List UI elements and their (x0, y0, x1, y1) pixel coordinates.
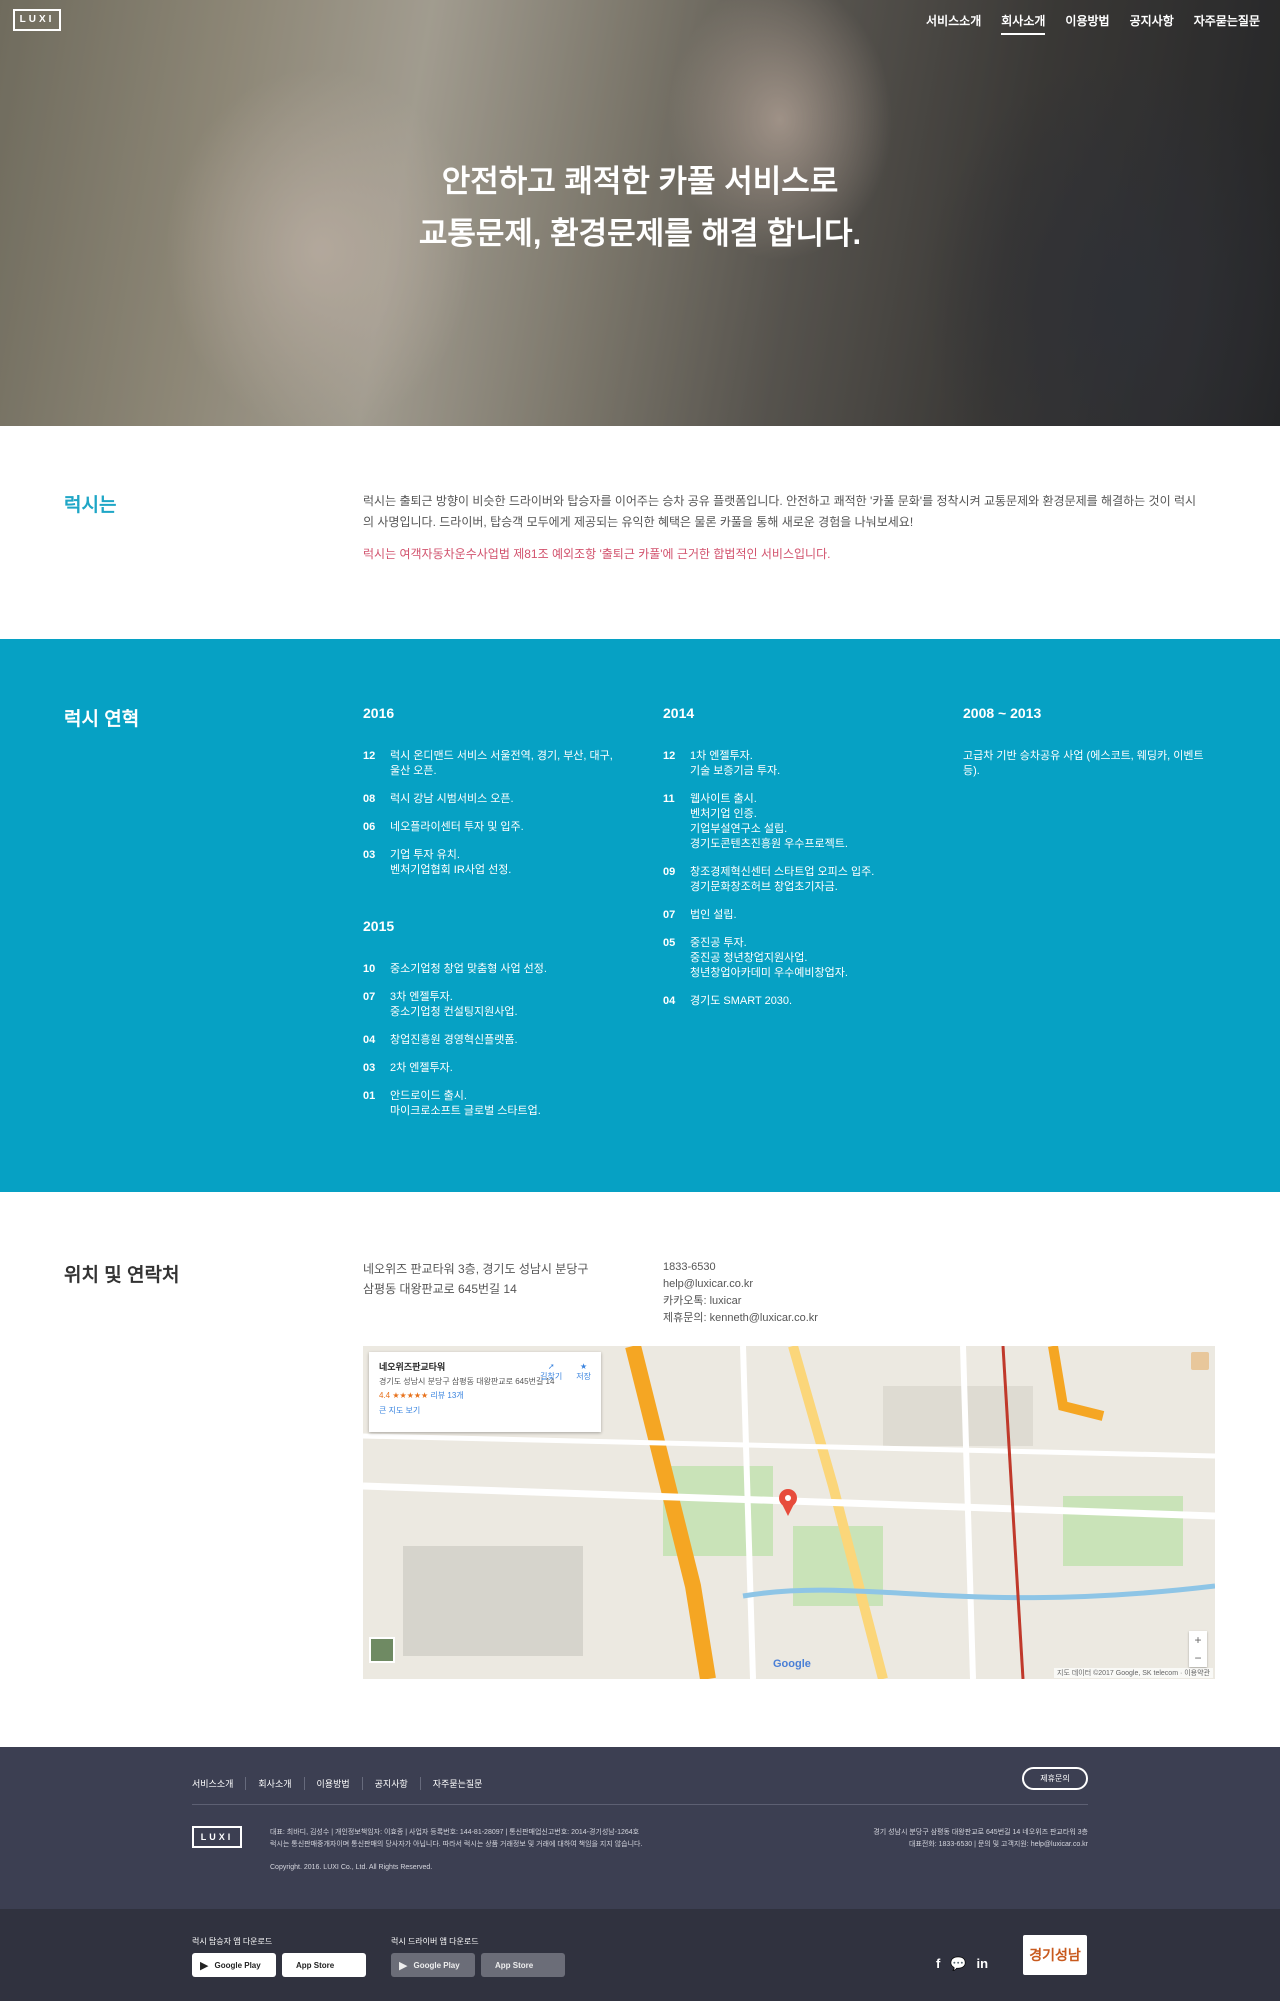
about-heading: 럭시는 (64, 495, 117, 516)
history-event: 고급차 기반 승차공유 사업 (에스코트, 웨딩카, 이벤트 등). (963, 750, 1204, 777)
nav-howto[interactable]: 이용방법 (1065, 12, 1109, 35)
history-heading: 럭시 연혁 (64, 709, 140, 730)
footer-nav-company[interactable]: 회사소개 (245, 1777, 303, 1790)
location-section: 위치 및 연락처 네오위즈 판교타워 3층, 경기도 성남시 분당구 삼평동 대… (0, 1192, 1280, 1747)
history-event: 07 법인 설립. (663, 909, 737, 921)
history-event: 12 럭시 온디맨드 서비스 서울전역, 경기, 부산, 대구, 울산 오픈. (363, 750, 613, 777)
history-year: 2008 ~ 2013 (963, 705, 1042, 721)
footer-contact: 경기 성남시 분당구 삼평동 대왕판교로 645번길 14 네오위즈 판교타워 … (873, 1829, 1088, 1848)
map-actions: ➚ 길찾기 ★ 저장 (540, 1362, 591, 1382)
email-address[interactable]: help@luxicar.co.kr (663, 1276, 818, 1293)
copyright: Copyright. 2016. LUXI Co., Ltd. All Righ… (270, 1864, 433, 1871)
bigger-map-link[interactable]: 큰 지도 보기 (379, 1405, 591, 1416)
directions-icon: ➚ (547, 1362, 555, 1371)
history-event: 05 중진공 투자. 중진공 청년창업지원사업. 청년창업아카데미 우수예비창업자… (663, 937, 848, 979)
history-event: 04 창업진흥원 경영혁신플랫폼. (363, 1034, 518, 1046)
history-event: 01 안드로이드 출시. 마이크로소프트 글로벌 스타트업. (363, 1090, 541, 1117)
history-event: 11 웹사이트 출시. 벤처기업 인증. 기업부설연구소 설립. 경기도콘텐츠진흥… (663, 793, 848, 850)
history-event: 03 기업 투자 유치. 벤처기업협회 IR사업 선정. (363, 849, 512, 876)
history-col-2014: 2014 12 1차 엔젤투자. 기술 보증기금 투자. 11 웹사이트 출시. 벤… (663, 705, 913, 1022)
nav-faq[interactable]: 자주묻는질문 (1194, 12, 1260, 35)
star-icon: ★ (580, 1362, 588, 1371)
map-attribution: 지도 데이터 ©2017 Google, SK telecom · 이용약관 (1054, 1668, 1213, 1678)
address-text: 네오위즈 판교타워 3층, 경기도 성남시 분당구 삼평동 대왕판교로 645번… (363, 1262, 589, 1296)
google-map[interactable]: 네오위즈판교타워 경기도 성남시 분당구 삼평동 대왕판교로 645번길 14 … (363, 1346, 1215, 1679)
contact-info: 1833-6530 help@luxicar.co.kr 카카오톡: luxic… (663, 1259, 818, 1327)
hero-line-1: 안전하고 쾌적한 카풀 서비스로 (441, 164, 839, 199)
history-event: 07 3차 엔젤투자. 중소기업청 컨설팅지원사업. (363, 991, 518, 1018)
history-col-2016-2015: 2016 12 럭시 온디맨드 서비스 서울전역, 경기, 부산, 대구, 울산 … (363, 705, 613, 1132)
google-logo: Google (773, 1658, 811, 1670)
driver-google-play-button[interactable]: ▶ Google Play (391, 1953, 475, 1977)
zoom-out-button[interactable]: − (1189, 1649, 1207, 1667)
zoom-in-button[interactable]: + (1189, 1631, 1207, 1649)
directions-button[interactable]: ➚ 길찾기 (540, 1362, 562, 1382)
hero-banner: LUXI 서비스소개 회사소개 이용방법 공지사항 자주묻는질문 안전하고 쾌적… (0, 0, 1280, 426)
partner-inquiry-button[interactable]: 제휴문의 (1022, 1767, 1088, 1790)
footer-nav: 서비스소개 회사소개 이용방법 공지사항 자주묻는질문 (192, 1777, 494, 1790)
partner-email[interactable]: 제휴문의: kenneth@luxicar.co.kr (663, 1310, 818, 1327)
nav-company[interactable]: 회사소개 (1001, 12, 1046, 35)
history-col-2008: 2008 ~ 2013 고급차 기반 승차공유 사업 (에스코트, 웨딩카, 이… (963, 705, 1223, 792)
about-text: 럭시는 출퇴근 방향이 비슷한 드라이버와 탑승자를 이어주는 승차 공유 플랫… (363, 494, 1197, 529)
kakao-id: 카카오톡: luxicar (663, 1295, 742, 1307)
footer-nav-notice[interactable]: 공지사항 (361, 1777, 420, 1790)
driver-app-label: 럭시 드라이버 앱 다운로드 (391, 1937, 479, 1946)
map-rating: 4.4 ★★★★★ 리뷰 13개 (379, 1391, 464, 1400)
google-play-icon: ▶ (200, 1959, 209, 1972)
history-year: 2016 (363, 705, 395, 721)
history-event: 10 중소기업청 창업 맞춤형 사업 선정. (363, 963, 547, 975)
phone-number: 1833-6530 (663, 1261, 716, 1273)
history-event: 09 창조경제혁신센터 스타트업 오피스 입주. 경기문화창조허브 창업초기자금. (663, 866, 875, 893)
company-info: 대표: 최바디, 김성수 | 개인정보책임자: 이효종 | 사업자 등록번호: … (270, 1829, 643, 1848)
driver-app-download: 럭시 드라이버 앱 다운로드 ▶ Google Play App Store (391, 1936, 565, 1977)
history-section: 럭시 연혁 2016 12 럭시 온디맨드 서비스 서울전역, 경기, 부산, 대… (0, 639, 1280, 1192)
rider-app-label: 럭시 탑승자 앱 다운로드 (192, 1937, 273, 1946)
main-nav: 서비스소개 회사소개 이용방법 공지사항 자주묻는질문 (926, 12, 1260, 35)
map-user-avatar[interactable] (1191, 1352, 1209, 1370)
nav-service[interactable]: 서비스소개 (926, 12, 981, 35)
luxi-logo[interactable]: LUXI (13, 9, 61, 31)
about-section: 럭시는 럭시는 출퇴근 방향이 비슷한 드라이버와 탑승자를 이어주는 승차 공… (0, 426, 1280, 639)
social-links: f 💬 in (936, 1956, 988, 1972)
nav-notice[interactable]: 공지사항 (1130, 12, 1174, 35)
google-play-icon: ▶ (399, 1959, 408, 1972)
footer-logo: LUXI (192, 1826, 242, 1848)
map-zoom-control: + − (1189, 1631, 1207, 1667)
history-year: 2015 (363, 918, 395, 934)
footer: 서비스소개 회사소개 이용방법 공지사항 자주묻는질문 제휴문의 LUXI 대표… (0, 1747, 1280, 1909)
driver-app-store-button[interactable]: App Store (481, 1953, 565, 1977)
linkedin-icon[interactable]: in (977, 1956, 989, 1972)
map-place-card: 네오위즈판교타워 경기도 성남시 분당구 삼평동 대왕판교로 645번길 14 … (369, 1352, 601, 1432)
history-event: 03 2차 엔젤투자. (363, 1062, 453, 1074)
about-legal-note: 럭시는 여객자동차운수사업법 제81조 예외조항 '출퇴근 카풀'에 근거한 합… (363, 547, 831, 561)
history-event: 12 1차 엔젤투자. 기술 보증기금 투자. (663, 750, 781, 777)
footer-divider (192, 1804, 1088, 1805)
save-place-button[interactable]: ★ 저장 (576, 1362, 591, 1382)
hero-line-2: 교통문제, 환경문제를 해결 합니다. (418, 216, 862, 251)
footer-nav-service[interactable]: 서비스소개 (192, 1777, 245, 1790)
app-download-bar: 럭시 탑승자 앱 다운로드 ▶ Google Play App Store 럭시 … (0, 1909, 1280, 2001)
hero-title: 안전하고 쾌적한 카풀 서비스로 교통문제, 환경문제를 해결 합니다. (0, 156, 1280, 260)
footer-nav-howto[interactable]: 이용방법 (303, 1777, 362, 1790)
footer-nav-faq[interactable]: 자주묻는질문 (419, 1777, 495, 1790)
kakaotalk-icon[interactable]: 💬 (950, 1956, 966, 1972)
history-event: 06 네오플라이센터 투자 및 입주. (363, 821, 524, 833)
history-year: 2014 (663, 705, 695, 721)
rider-app-store-button[interactable]: App Store (282, 1953, 366, 1977)
rider-google-play-button[interactable]: ▶ Google Play (192, 1953, 276, 1977)
rider-app-download: 럭시 탑승자 앱 다운로드 ▶ Google Play App Store (192, 1936, 366, 1977)
gyeonggi-seongnam-badge: 경기성남 (1023, 1935, 1087, 1975)
history-event: 08 럭시 강남 시범서비스 오픈. (363, 793, 514, 805)
history-event: 04 경기도 SMART 2030. (663, 995, 793, 1007)
facebook-icon[interactable]: f (936, 1956, 940, 1972)
satellite-toggle[interactable] (369, 1637, 395, 1663)
location-heading: 위치 및 연락처 (64, 1265, 180, 1286)
map-reviews-link[interactable]: 리뷰 13개 (430, 1391, 463, 1400)
